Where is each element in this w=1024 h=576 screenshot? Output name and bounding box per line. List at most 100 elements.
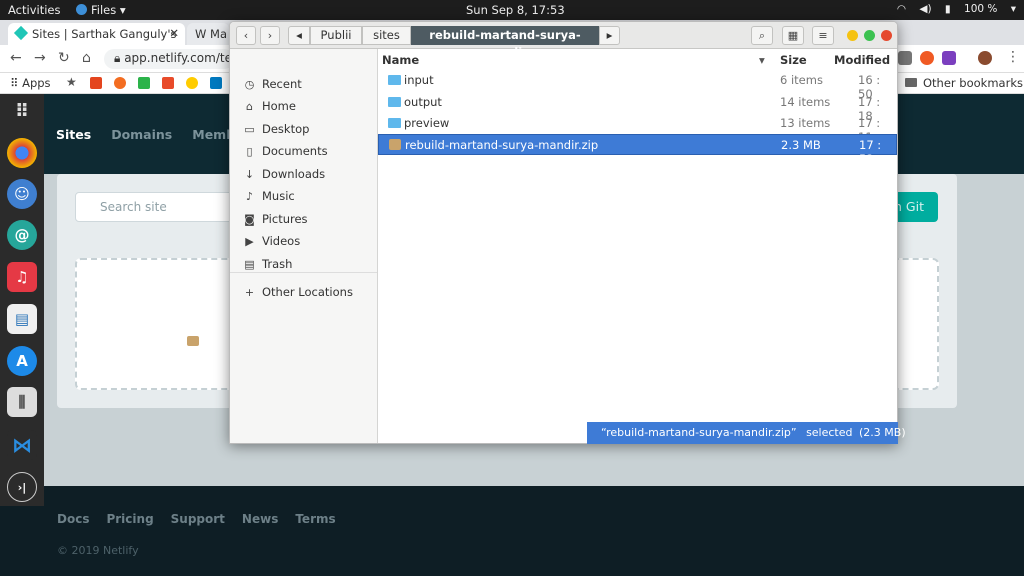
- system-tray[interactable]: ◠ ◀) ▮ 100 % ▾: [887, 3, 1016, 15]
- sidebar-item-recent[interactable]: ◷ Recent: [243, 77, 302, 95]
- trello-icon[interactable]: [210, 77, 222, 89]
- apps-shortcut[interactable]: ⠿ Apps: [10, 76, 51, 90]
- search-button[interactable]: ⌕: [751, 26, 773, 45]
- download-icon: ↓: [244, 168, 255, 181]
- sidebar-item-downloads[interactable]: ↓ Downloads: [243, 167, 325, 185]
- app-menu-label: Files: [91, 3, 117, 17]
- maximize-button[interactable]: [864, 30, 875, 41]
- back-icon[interactable]: ←: [10, 50, 22, 66]
- mixer-icon[interactable]: ⫼: [7, 387, 37, 417]
- app-store-icon[interactable]: A: [7, 346, 37, 376]
- footer-link-pricing[interactable]: Pricing: [106, 512, 153, 526]
- activities-button[interactable]: Activities: [8, 3, 60, 17]
- menu-dots-icon[interactable]: ⋮: [1006, 49, 1020, 65]
- extension-icon[interactable]: [898, 51, 912, 65]
- home-icon[interactable]: ⌂: [82, 50, 91, 66]
- other-bookmarks[interactable]: Other bookmarks: [905, 76, 1023, 90]
- close-icon[interactable]: ✕: [169, 26, 179, 40]
- footer-link-support[interactable]: Support: [171, 512, 225, 526]
- file-size: 6 items: [780, 73, 823, 87]
- column-header-name[interactable]: Name: [382, 53, 419, 67]
- file-size: 13 items: [780, 116, 831, 130]
- sidebar-item-pictures[interactable]: ◙ Pictures: [243, 212, 307, 230]
- apps-label: Apps: [22, 76, 51, 90]
- bookmark-icon[interactable]: [138, 77, 150, 89]
- back-button[interactable]: ‹: [236, 26, 256, 45]
- extension-icon[interactable]: [920, 51, 934, 65]
- package-icon: [187, 336, 199, 346]
- places-sidebar: ◷ Recent ⌂ Home ▭ Desktop ▯ Documents ↓ Downl…: [230, 49, 378, 443]
- file-row[interactable]: input 6 items 16 : 50: [378, 70, 897, 101]
- file-size: 2.3 MB: [781, 138, 821, 152]
- file-list: Name ▾ Size Modified input 6 items 16 : …: [378, 49, 897, 443]
- sidebar-item-label: Recent: [262, 77, 302, 91]
- chrome-icon[interactable]: [7, 138, 37, 168]
- folder-icon: [388, 75, 401, 85]
- file-row-selected[interactable]: rebuild-martand-surya-mandir.zip 2.3 MB …: [378, 134, 897, 166]
- sidebar-item-music[interactable]: ♪ Music: [243, 189, 295, 207]
- footer-link-terms[interactable]: Terms: [295, 512, 335, 526]
- forward-icon[interactable]: →: [34, 50, 46, 66]
- path-right-arrow[interactable]: ▸: [599, 26, 620, 45]
- app-menu[interactable]: Files ▾: [76, 3, 126, 17]
- bookmark-icon[interactable]: [186, 77, 198, 89]
- show-apps-icon[interactable]: ⠿: [7, 96, 37, 126]
- terminal-icon[interactable]: ›|: [7, 472, 37, 502]
- file-name: preview: [404, 116, 450, 130]
- wikipedia-icon: W: [195, 27, 211, 41]
- clock[interactable]: Sun Sep 8, 17:53: [466, 3, 565, 17]
- home-icon: ⌂: [246, 100, 253, 113]
- sidebar-item-documents[interactable]: ▯ Documents: [243, 144, 328, 162]
- office-icon[interactable]: [162, 77, 174, 89]
- folder-icon: ▭: [244, 123, 255, 136]
- column-header-modified[interactable]: Modified: [834, 53, 890, 67]
- vscode-icon[interactable]: ⋈: [7, 430, 37, 460]
- sidebar-item-home[interactable]: ⌂ Home: [243, 99, 296, 117]
- sidebar-item-videos[interactable]: ▶ Videos: [243, 234, 300, 252]
- menu-button[interactable]: ≡: [812, 26, 834, 45]
- tab-label: Sites | Sarthak Ganguly's: [32, 27, 177, 41]
- sidebar-item-label: Videos: [262, 234, 301, 248]
- forward-button[interactable]: ›: [260, 26, 280, 45]
- tab-netlify-sites[interactable]: Sites | Sarthak Ganguly's ✕: [8, 23, 185, 45]
- camera-icon: ◙: [244, 213, 255, 226]
- path-left-arrow[interactable]: ◂: [288, 26, 310, 45]
- url-input[interactable]: 🔒︎ app.netlify.com/tea: [104, 49, 234, 69]
- selected-file-name: “rebuild-martand-surya-mandir.zip”: [601, 426, 797, 439]
- file-size: 14 items: [780, 95, 831, 109]
- music-icon[interactable]: ♫: [7, 262, 37, 292]
- folder-icon: [388, 118, 401, 128]
- dialog-header: ‹ › ◂ Publii sites rebuild-martand-surya…: [230, 22, 897, 59]
- minimize-button[interactable]: [847, 30, 858, 41]
- extension-icon[interactable]: [942, 51, 956, 65]
- footer-links: Docs Pricing Support News Terms: [57, 512, 353, 526]
- footer-link-news[interactable]: News: [242, 512, 278, 526]
- sidebar-item-other-locations[interactable]: + Other Locations: [243, 285, 353, 303]
- apps-grid-icon: ⠿: [10, 76, 23, 90]
- profile-avatar[interactable]: [978, 51, 992, 65]
- tab-wikipedia[interactable]: W Ma: [187, 23, 229, 45]
- breadcrumb-publii[interactable]: Publii: [310, 26, 362, 45]
- bookmark-icon[interactable]: [90, 77, 102, 89]
- file-row[interactable]: output 14 items 17 : 18: [378, 92, 897, 123]
- sidebar-item-label: Documents: [262, 144, 328, 158]
- sidebar-item-desktop[interactable]: ▭ Desktop: [243, 122, 309, 140]
- breadcrumb-current[interactable]: rebuild-martand-surya-mandir: [411, 26, 599, 59]
- sidebar-item-label: Music: [262, 189, 295, 203]
- document-icon[interactable]: ▤: [7, 304, 37, 334]
- breadcrumb-sites[interactable]: sites: [362, 26, 411, 45]
- close-button[interactable]: [881, 30, 892, 41]
- search-site-input[interactable]: Search site: [75, 192, 235, 222]
- view-options-button[interactable]: ▦: [782, 26, 804, 45]
- finder-icon[interactable]: ☺: [7, 179, 37, 209]
- nav-domains[interactable]: Domains: [111, 127, 172, 142]
- sort-chevron-icon[interactable]: ▾: [759, 53, 765, 67]
- email-icon[interactable]: @: [7, 220, 37, 250]
- file-row[interactable]: preview 13 items 17 : 11: [378, 113, 897, 144]
- blogger-icon[interactable]: [114, 77, 126, 89]
- footer-link-docs[interactable]: Docs: [57, 512, 89, 526]
- reload-icon[interactable]: ↻: [58, 50, 70, 66]
- star-icon[interactable]: ★: [66, 75, 78, 89]
- column-header-size[interactable]: Size: [780, 53, 807, 67]
- nav-sites[interactable]: Sites: [56, 127, 91, 142]
